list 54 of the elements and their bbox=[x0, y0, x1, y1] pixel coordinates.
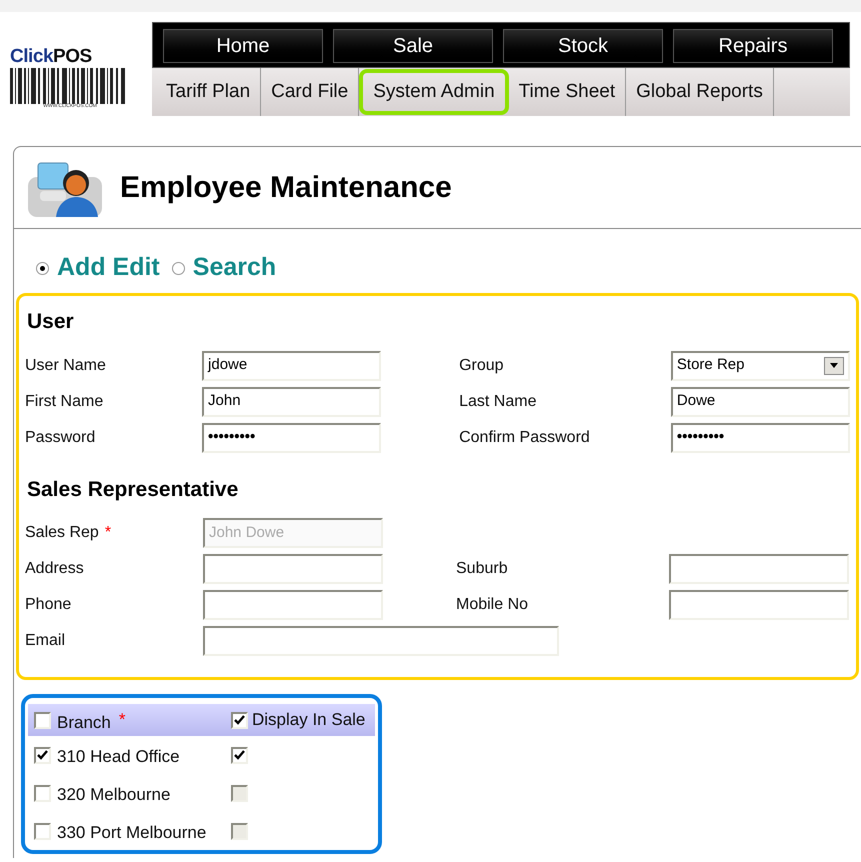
radio-label[interactable]: Search bbox=[192, 249, 276, 287]
field-label: Suburb bbox=[456, 559, 509, 579]
menu-tab[interactable]: Time Sheet bbox=[508, 68, 626, 116]
section-title: User bbox=[26, 309, 75, 335]
menu-tab[interactable]: Global Reports bbox=[626, 68, 774, 116]
menu-tab[interactable]: System Admin bbox=[359, 69, 509, 115]
input-field[interactable]: ••••••••• bbox=[670, 422, 850, 452]
logo-text: POS bbox=[53, 47, 92, 66]
branch-name: 320 Melbourne bbox=[57, 784, 170, 806]
menu-tab[interactable]: Card File bbox=[261, 68, 360, 116]
radio-button[interactable] bbox=[172, 262, 185, 274]
input-field[interactable]: jdowe bbox=[202, 350, 382, 380]
radio-button[interactable] bbox=[36, 262, 49, 274]
section-title: Sales Representative bbox=[26, 476, 240, 502]
field-label: Sales Rep bbox=[25, 523, 99, 543]
field-label: Last Name bbox=[459, 392, 538, 412]
branch-name: 310 Head Office bbox=[57, 746, 180, 768]
menu-tab[interactable]: Tariff Plan bbox=[156, 68, 262, 116]
checkbox[interactable] bbox=[34, 746, 51, 764]
field-label: Confirm Password bbox=[459, 428, 591, 448]
logo-text: Click bbox=[10, 47, 54, 66]
input-field[interactable] bbox=[669, 590, 849, 620]
nav-tab[interactable]: Sale bbox=[333, 29, 493, 63]
input-field[interactable]: Dowe bbox=[670, 386, 850, 416]
checkbox[interactable] bbox=[34, 822, 51, 840]
checkbox[interactable] bbox=[34, 712, 51, 728]
column-header: Branch bbox=[57, 712, 111, 734]
input-field[interactable] bbox=[203, 626, 559, 656]
page-title: Employee Maintenance bbox=[120, 170, 452, 206]
field-label: Group bbox=[459, 356, 505, 376]
field-label: First Name bbox=[25, 392, 104, 412]
checkbox[interactable] bbox=[34, 784, 51, 802]
nav-tab[interactable]: Home bbox=[163, 29, 323, 63]
nav-tab[interactable]: Stock bbox=[503, 29, 663, 63]
field-label: Password bbox=[25, 428, 96, 448]
required-mark: * bbox=[104, 523, 112, 543]
column-header: Display In Sale bbox=[252, 709, 366, 732]
input-field[interactable] bbox=[203, 590, 383, 620]
field-label: User Name bbox=[25, 356, 107, 376]
branch-name: 330 Port Melbourne bbox=[57, 822, 206, 844]
required-mark: * bbox=[118, 709, 126, 732]
checkbox[interactable] bbox=[231, 746, 248, 764]
input-field[interactable]: John bbox=[202, 386, 382, 416]
field-label: Email bbox=[25, 631, 66, 651]
field-label: Address bbox=[25, 559, 85, 579]
input-field[interactable] bbox=[203, 554, 383, 584]
field-label: Mobile No bbox=[456, 595, 530, 615]
field-label: Phone bbox=[25, 595, 72, 615]
dropdown[interactable]: Store Rep bbox=[670, 350, 850, 380]
nav-tab[interactable]: Repairs bbox=[673, 29, 833, 63]
input-field[interactable]: ••••••••• bbox=[202, 422, 382, 452]
checkbox[interactable] bbox=[231, 712, 248, 728]
radio-label[interactable]: Add Edit bbox=[57, 249, 160, 287]
input-field[interactable] bbox=[669, 554, 849, 584]
